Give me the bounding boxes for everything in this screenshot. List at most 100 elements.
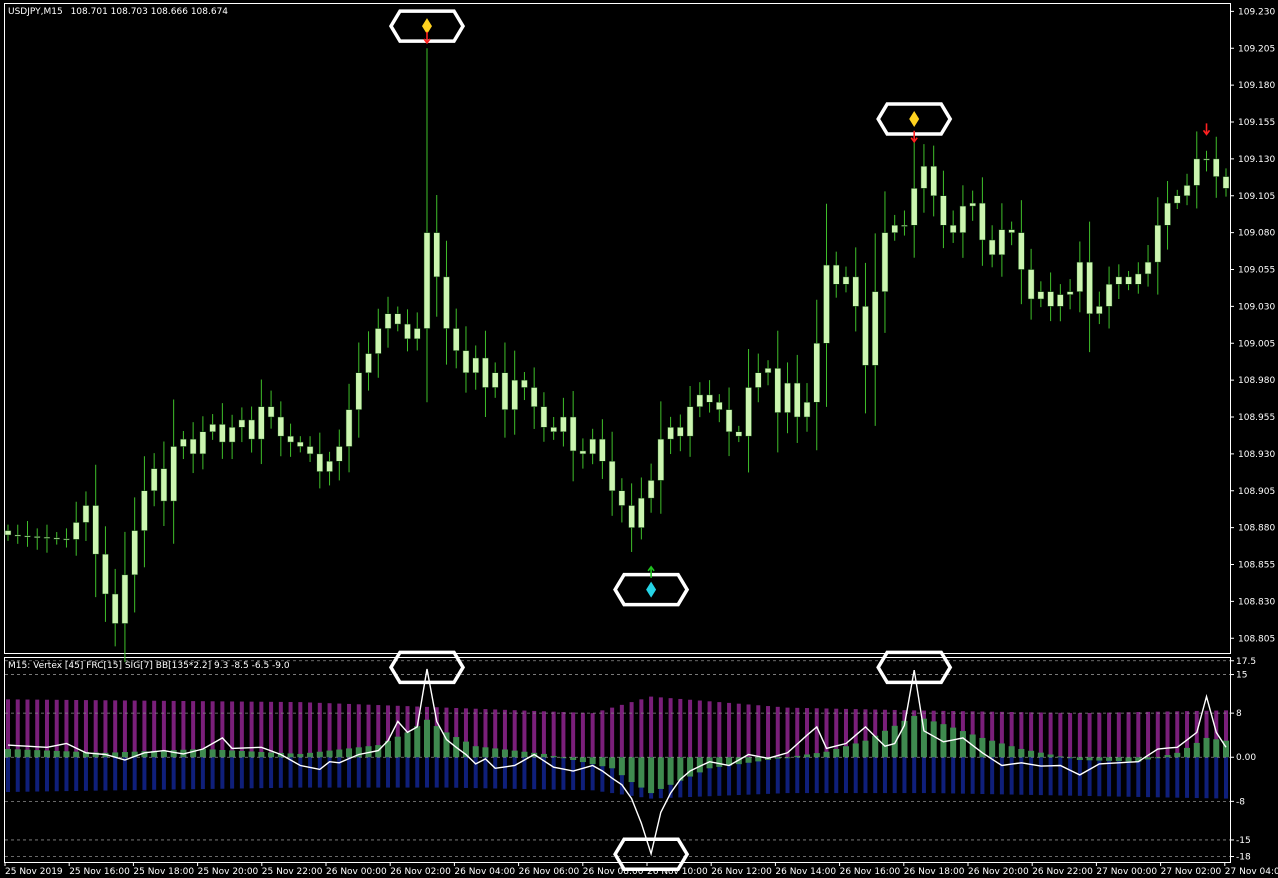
candle-body <box>628 505 635 528</box>
blue-bar <box>1029 757 1034 795</box>
candle-body <box>150 468 158 491</box>
green-bar <box>24 749 31 758</box>
candle-body <box>910 188 918 226</box>
blue-bar <box>308 757 313 788</box>
magenta-bar <box>551 711 556 758</box>
magenta-bar <box>1097 712 1102 758</box>
magenta-bar <box>35 699 40 758</box>
blue-bar <box>1009 757 1014 795</box>
magenta-bar <box>15 699 20 758</box>
candle-body <box>1057 294 1064 307</box>
magenta-bar <box>308 702 313 758</box>
magenta-bar <box>541 711 546 758</box>
candle-body <box>375 328 382 354</box>
candle-body <box>33 536 41 538</box>
blue-bar <box>15 757 20 792</box>
candle-body <box>433 232 440 278</box>
green-bar <box>667 757 674 785</box>
time-tick-label: 25 Nov 18:00 <box>133 867 194 877</box>
candle-body <box>706 394 713 403</box>
magenta-bar <box>1058 712 1063 758</box>
candle-body <box>618 490 626 506</box>
magenta-bar <box>1077 713 1082 758</box>
blue-bar <box>502 757 507 789</box>
candle-body <box>638 497 645 528</box>
blue-bar <box>1136 757 1141 797</box>
time-tick-label: 26 Nov 06:00 <box>519 867 580 877</box>
green-bar <box>248 751 255 758</box>
green-bar <box>1096 757 1103 761</box>
green-bar <box>1193 742 1200 758</box>
blue-bar <box>434 757 439 788</box>
candle-body <box>647 480 655 499</box>
time-tick-label: 27 Nov 00:00 <box>1096 867 1157 877</box>
candle-body <box>823 264 830 344</box>
green-bar <box>121 752 128 758</box>
magenta-bar <box>1126 712 1131 758</box>
blue-bar <box>522 757 527 790</box>
price-tick-label: 108.930 <box>1238 450 1275 460</box>
blue-bar <box>834 757 839 794</box>
candle-body <box>716 402 723 410</box>
candle-body <box>452 328 460 351</box>
price-tick-label: 108.880 <box>1238 524 1275 534</box>
magenta-bar <box>824 708 829 758</box>
indicator-tick-label: 8 <box>1236 709 1242 719</box>
candle-body <box>345 409 353 447</box>
candle-body <box>287 435 294 443</box>
magenta-bar <box>239 701 244 758</box>
green-bar <box>1018 748 1025 758</box>
magenta-bar <box>795 707 800 758</box>
green-bar <box>1028 750 1035 758</box>
green-bar <box>229 750 236 758</box>
blue-bar <box>405 757 410 788</box>
magenta-bar <box>1116 712 1121 758</box>
green-bar <box>346 748 353 758</box>
blue-bar <box>386 757 391 788</box>
green-bar <box>813 753 820 758</box>
candle-body <box>219 424 226 443</box>
green-bar <box>1037 752 1044 758</box>
blue-bar <box>1214 757 1219 799</box>
blue-bar <box>980 757 985 794</box>
blue-bar <box>463 757 468 788</box>
candle-body <box>735 431 743 437</box>
blue-bar <box>1175 757 1180 798</box>
candle-body <box>102 553 109 595</box>
price-tick-label: 109.130 <box>1238 155 1275 165</box>
green-bar <box>920 718 927 758</box>
magenta-bar <box>707 701 712 758</box>
blue-bar <box>444 757 449 788</box>
time-tick-label: 26 Nov 22:00 <box>1032 867 1093 877</box>
candle-body <box>131 530 138 576</box>
candle-body <box>784 382 791 413</box>
green-bar <box>628 757 635 783</box>
green-bar <box>1076 757 1083 760</box>
blue-bar <box>775 757 780 794</box>
indicator-tick-label: -18 <box>1236 852 1251 862</box>
green-bar <box>336 749 343 758</box>
candle-body <box>1174 195 1181 204</box>
blue-bar <box>454 757 459 788</box>
indicator-label: M15: Vertex [45] FRC[15] SIG[7] BB[135*2… <box>8 661 290 671</box>
candle-body <box>24 535 31 538</box>
ohlc-values: 108.701 108.703 108.666 108.674 <box>71 7 229 17</box>
blue-bar <box>1204 757 1209 799</box>
time-tick-label: 26 Nov 20:00 <box>968 867 1029 877</box>
price-tick-label: 108.980 <box>1238 376 1275 386</box>
candle-body <box>920 166 928 189</box>
blue-bar <box>424 757 429 788</box>
blue-bar <box>356 757 361 788</box>
blue-bar <box>561 757 566 790</box>
candle-body <box>462 350 470 373</box>
price-tick-label: 109.080 <box>1238 229 1275 239</box>
magenta-bar <box>1107 712 1112 758</box>
green-bar <box>394 736 401 758</box>
candle-body <box>4 530 12 536</box>
blue-bar <box>200 757 205 790</box>
green-bar <box>998 743 1005 758</box>
magenta-bar <box>1175 711 1180 758</box>
candle-body <box>1008 229 1015 233</box>
green-bar <box>989 740 996 758</box>
time-tick-label: 26 Nov 00:00 <box>326 867 387 877</box>
